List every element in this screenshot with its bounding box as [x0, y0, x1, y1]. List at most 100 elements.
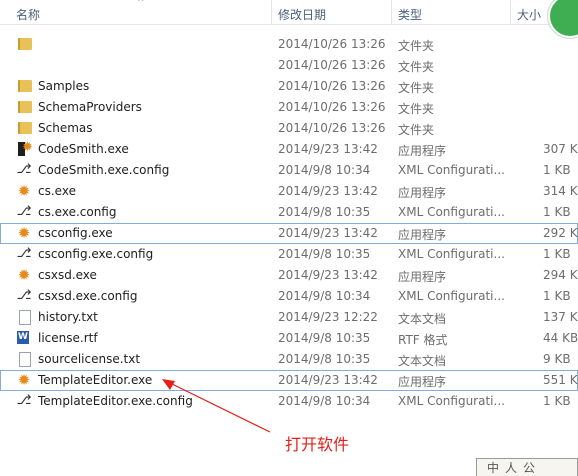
folder-icon [16, 78, 32, 94]
file-row[interactable]: SchemaProviders 2014/10/26 13:26 文件夹 [0, 97, 578, 118]
file-row[interactable]: license.rtf 2014/9/8 10:35 RTF 格式 44 KB [0, 328, 578, 349]
file-date: 2014/9/23 13:42 [278, 268, 378, 282]
file-name: history.txt [38, 310, 98, 324]
file-row[interactable]: ✹ csconfig.exe 2014/9/23 13:42 应用程序 292 KB [0, 223, 578, 244]
file-row[interactable]: Schemas 2014/10/26 13:26 文件夹 [0, 118, 578, 139]
file-size: 292 KB [543, 226, 578, 240]
file-size: 9 KB [543, 352, 571, 366]
column-header-bar: ^ 名称 修改日期 类型 大小 [0, 0, 578, 25]
file-size: 314 KB [543, 184, 578, 198]
file-type: 应用程序 [398, 228, 447, 242]
file-name: csxsd.exe [38, 268, 97, 282]
gear-icon: ✹ [17, 182, 31, 200]
folder-icon [16, 36, 32, 52]
file-name: SchemaProviders [38, 100, 142, 114]
file-type: 应用程序 [398, 186, 447, 200]
file-type: 文件夹 [398, 60, 435, 74]
file-name: Samples [38, 79, 90, 93]
config-icon: ⎇ [16, 393, 32, 408]
file-type: XML Configurati... [398, 247, 505, 261]
file-type: XML Configurati... [398, 394, 505, 408]
annotation-label: 打开软件 [285, 435, 350, 454]
file-size: 1 KB [543, 205, 571, 219]
text-file-icon [16, 351, 32, 367]
file-date: 2014/9/23 12:22 [278, 310, 378, 324]
column-divider[interactable] [510, 0, 511, 24]
file-name: cs.exe [38, 184, 76, 198]
file-type: XML Configurati... [398, 289, 505, 303]
file-size: 137 KB [543, 310, 578, 324]
sort-ascending-icon: ^ [137, 0, 145, 8]
gear-icon: ✹ [17, 266, 31, 284]
file-name: Schemas [38, 121, 93, 135]
file-name: csxsd.exe.config [38, 289, 138, 303]
file-name: CodeSmith.exe [38, 142, 129, 156]
watermark-stamp: 中人公 [476, 458, 578, 476]
file-date: 2014/9/8 10:34 [278, 394, 371, 408]
file-name: cs.exe.config [38, 205, 117, 219]
file-date: 2014/9/23 13:42 [278, 373, 378, 387]
file-size: 307 KB [543, 142, 578, 156]
config-icon: ⎇ [16, 246, 32, 261]
file-row[interactable]: ⎇ cs.exe.config 2014/9/8 10:35 XML Configur… [0, 202, 578, 223]
file-name: CodeSmith.exe.config [38, 163, 170, 177]
file-name: csconfig.exe [38, 226, 113, 240]
file-row[interactable]: 2014/10/26 13:26 文件夹 [0, 55, 578, 76]
file-row[interactable]: Samples 2014/10/26 13:26 文件夹 [0, 76, 578, 97]
file-row[interactable]: ✹ cs.exe 2014/9/23 13:42 应用程序 314 KB [0, 181, 578, 202]
file-size: 1 KB [543, 163, 571, 177]
file-date: 2014/10/26 13:26 [278, 100, 386, 114]
file-name: csconfig.exe.config [38, 247, 154, 261]
gear-icon: ✹ [17, 224, 31, 242]
file-date: 2014/10/26 13:26 [278, 79, 386, 93]
file-name: TemplateEditor.exe.config [38, 394, 193, 408]
file-row[interactable]: ✹ csxsd.exe 2014/9/23 13:42 应用程序 294 KB [0, 265, 578, 286]
file-row[interactable]: ✹ TemplateEditor.exe 2014/9/23 13:42 应用程序 55… [0, 370, 578, 391]
file-date: 2014/10/26 13:26 [278, 58, 386, 72]
file-type: XML Configurati... [398, 205, 505, 219]
column-header-date[interactable]: 修改日期 [278, 6, 326, 23]
file-name: sourcelicense.txt [38, 352, 141, 366]
file-type: XML Configurati... [398, 163, 505, 177]
file-row[interactable]: ⎇ CodeSmith.exe.config 2014/9/8 10:34 XML C… [0, 160, 578, 181]
file-type: 文件夹 [398, 81, 435, 95]
file-row[interactable]: ⎇ csxsd.exe.config 2014/9/8 10:34 XML Confi… [0, 286, 578, 307]
file-size: 1 KB [543, 247, 571, 261]
file-date: 2014/9/8 10:34 [278, 289, 371, 303]
file-date: 2014/10/26 13:26 [278, 121, 386, 135]
column-divider[interactable] [271, 0, 272, 24]
file-name: license.rtf [38, 331, 98, 345]
file-date: 2014/9/23 13:42 [278, 142, 378, 156]
file-type: 文本文档 [398, 354, 447, 368]
file-type: 文件夹 [398, 123, 435, 137]
gear-icon: ✹ [17, 371, 31, 389]
file-date: 2014/9/8 10:35 [278, 247, 371, 261]
column-divider[interactable] [391, 0, 392, 24]
column-header-size[interactable]: 大小 [517, 6, 541, 23]
file-row[interactable]: sourcelicense.txt 2014/9/8 10:35 文本文档 9 KB [0, 349, 578, 370]
file-type: 文件夹 [398, 39, 435, 53]
file-row[interactable]: 2014/10/26 13:26 文件夹 [0, 34, 578, 55]
file-type: RTF 格式 [398, 333, 448, 347]
file-size: 44 KB [543, 331, 578, 345]
file-name: TemplateEditor.exe [38, 373, 153, 387]
file-list: 2014/10/26 13:26 文件夹 2014/10/26 13:26 文件夹 Sa… [0, 34, 578, 412]
file-size: 1 KB [543, 394, 571, 408]
floating-ball-icon[interactable] [548, 0, 578, 38]
file-row[interactable]: history.txt 2014/9/23 12:22 文本文档 137 KB [0, 307, 578, 328]
file-row[interactable]: ⎇ csconfig.exe.config 2014/9/8 10:35 XML Co… [0, 244, 578, 265]
file-row[interactable]: ⎇ TemplateEditor.exe.config 2014/9/8 10:34… [0, 391, 578, 412]
file-size: 551 KB [543, 373, 578, 387]
file-date: 2014/9/8 10:35 [278, 331, 371, 345]
file-date: 2014/9/8 10:34 [278, 163, 371, 177]
file-row[interactable]: CodeSmith.exe 2014/9/23 13:42 应用程序 307 KB [0, 139, 578, 160]
text-file-icon [16, 309, 32, 325]
column-header-type[interactable]: 类型 [398, 6, 422, 23]
blank-icon [16, 57, 32, 73]
codesmith-icon [16, 140, 33, 157]
file-date: 2014/10/26 13:26 [278, 37, 386, 51]
file-type: 应用程序 [398, 270, 447, 284]
file-size: 1 KB [543, 289, 571, 303]
file-date: 2014/9/23 13:42 [278, 226, 378, 240]
column-header-name[interactable]: 名称 [16, 6, 40, 23]
